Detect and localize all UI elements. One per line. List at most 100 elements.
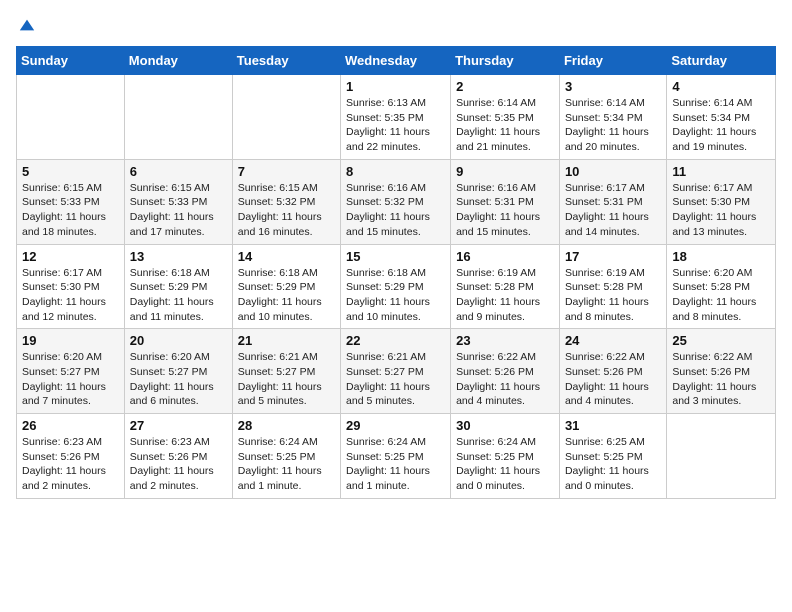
calendar-cell: 1Sunrise: 6:13 AMSunset: 5:35 PMDaylight… <box>341 75 451 160</box>
day-number: 18 <box>672 249 770 264</box>
calendar-cell: 6Sunrise: 6:15 AMSunset: 5:33 PMDaylight… <box>124 159 232 244</box>
day-info: Sunrise: 6:14 AMSunset: 5:34 PMDaylight:… <box>565 96 661 155</box>
calendar-week-row: 19 Sunrise: 6:20 AMSunset: 5:27 PMDayligh… <box>17 329 776 414</box>
calendar-cell: 23 Sunrise: 6:22 AMSunset: 5:26 PMDayligh… <box>451 329 560 414</box>
calendar-cell: 10Sunrise: 6:17 AMSunset: 5:31 PMDayligh… <box>559 159 666 244</box>
day-number: 3 <box>565 79 661 94</box>
calendar-cell: 21 Sunrise: 6:21 AMSunset: 5:27 PMDayligh… <box>232 329 340 414</box>
calendar-cell <box>124 75 232 160</box>
day-info: Sunrise: 6:21 AMSunset: 5:27 PMDaylight:… <box>346 350 445 409</box>
day-info: Sunrise: 6:25 AMSunset: 5:25 PMDaylight:… <box>565 435 661 494</box>
calendar-cell <box>667 414 776 499</box>
day-number: 24 <box>565 333 661 348</box>
calendar-cell: 4 Sunrise: 6:14 AMSunset: 5:34 PMDaylight… <box>667 75 776 160</box>
calendar-body: 1Sunrise: 6:13 AMSunset: 5:35 PMDaylight… <box>17 75 776 499</box>
day-number: 4 <box>672 79 770 94</box>
day-number: 14 <box>238 249 335 264</box>
day-number: 12 <box>22 249 119 264</box>
weekday-header: Monday <box>124 47 232 75</box>
calendar-cell: 2 Sunrise: 6:14 AMSunset: 5:35 PMDaylight… <box>451 75 560 160</box>
calendar-cell <box>17 75 125 160</box>
day-info: Sunrise: 6:23 AMSunset: 5:26 PMDaylight:… <box>22 435 119 494</box>
day-number: 16 <box>456 249 554 264</box>
calendar-cell: 5 Sunrise: 6:15 AMSunset: 5:33 PMDaylight… <box>17 159 125 244</box>
weekday-header: Tuesday <box>232 47 340 75</box>
day-number: 28 <box>238 418 335 433</box>
day-info: Sunrise: 6:18 AMSunset: 5:29 PMDaylight:… <box>346 266 445 325</box>
day-info: Sunrise: 6:16 AMSunset: 5:31 PMDaylight:… <box>456 181 554 240</box>
day-info: Sunrise: 6:17 AMSunset: 5:31 PMDaylight:… <box>565 181 661 240</box>
day-info: Sunrise: 6:20 AMSunset: 5:27 PMDaylight:… <box>22 350 119 409</box>
calendar-cell: 24 Sunrise: 6:22 AMSunset: 5:26 PMDayligh… <box>559 329 666 414</box>
calendar-cell: 12Sunrise: 6:17 AMSunset: 5:30 PMDayligh… <box>17 244 125 329</box>
day-number: 2 <box>456 79 554 94</box>
day-number: 8 <box>346 164 445 179</box>
day-number: 25 <box>672 333 770 348</box>
calendar-cell: 13 Sunrise: 6:18 AMSunset: 5:29 PMDayligh… <box>124 244 232 329</box>
weekday-header: Saturday <box>667 47 776 75</box>
day-info: Sunrise: 6:15 AMSunset: 5:33 PMDaylight:… <box>130 181 227 240</box>
day-number: 30 <box>456 418 554 433</box>
calendar-cell: 15 Sunrise: 6:18 AMSunset: 5:29 PMDayligh… <box>341 244 451 329</box>
day-info: Sunrise: 6:22 AMSunset: 5:26 PMDaylight:… <box>672 350 770 409</box>
calendar-cell: 14 Sunrise: 6:18 AMSunset: 5:29 PMDayligh… <box>232 244 340 329</box>
day-info: Sunrise: 6:19 AMSunset: 5:28 PMDaylight:… <box>565 266 661 325</box>
day-number: 31 <box>565 418 661 433</box>
day-info: Sunrise: 6:21 AMSunset: 5:27 PMDaylight:… <box>238 350 335 409</box>
weekday-header: Friday <box>559 47 666 75</box>
calendar-cell: 30 Sunrise: 6:24 AMSunset: 5:25 PMDayligh… <box>451 414 560 499</box>
calendar-cell: 27 Sunrise: 6:23 AMSunset: 5:26 PMDayligh… <box>124 414 232 499</box>
calendar-week-row: 26 Sunrise: 6:23 AMSunset: 5:26 PMDayligh… <box>17 414 776 499</box>
day-info: Sunrise: 6:22 AMSunset: 5:26 PMDaylight:… <box>565 350 661 409</box>
calendar-cell: 31 Sunrise: 6:25 AMSunset: 5:25 PMDayligh… <box>559 414 666 499</box>
calendar-cell: 29 Sunrise: 6:24 AMSunset: 5:25 PMDayligh… <box>341 414 451 499</box>
calendar-week-row: 5 Sunrise: 6:15 AMSunset: 5:33 PMDaylight… <box>17 159 776 244</box>
calendar-cell: 28 Sunrise: 6:24 AMSunset: 5:25 PMDayligh… <box>232 414 340 499</box>
day-info: Sunrise: 6:13 AMSunset: 5:35 PMDaylight:… <box>346 96 445 155</box>
day-number: 23 <box>456 333 554 348</box>
calendar-cell: 11 Sunrise: 6:17 AMSunset: 5:30 PMDayligh… <box>667 159 776 244</box>
day-number: 13 <box>130 249 227 264</box>
calendar-cell: 7 Sunrise: 6:15 AMSunset: 5:32 PMDaylight… <box>232 159 340 244</box>
calendar-cell: 9 Sunrise: 6:16 AMSunset: 5:31 PMDaylight… <box>451 159 560 244</box>
calendar-cell: 20 Sunrise: 6:20 AMSunset: 5:27 PMDayligh… <box>124 329 232 414</box>
calendar-cell: 17 Sunrise: 6:19 AMSunset: 5:28 PMDayligh… <box>559 244 666 329</box>
calendar-cell: 25 Sunrise: 6:22 AMSunset: 5:26 PMDayligh… <box>667 329 776 414</box>
day-info: Sunrise: 6:18 AMSunset: 5:29 PMDaylight:… <box>130 266 227 325</box>
calendar-cell: 22Sunrise: 6:21 AMSunset: 5:27 PMDayligh… <box>341 329 451 414</box>
day-info: Sunrise: 6:15 AMSunset: 5:33 PMDaylight:… <box>22 181 119 240</box>
day-info: Sunrise: 6:24 AMSunset: 5:25 PMDaylight:… <box>238 435 335 494</box>
day-info: Sunrise: 6:17 AMSunset: 5:30 PMDaylight:… <box>672 181 770 240</box>
day-number: 11 <box>672 164 770 179</box>
calendar-cell <box>232 75 340 160</box>
day-info: Sunrise: 6:22 AMSunset: 5:26 PMDaylight:… <box>456 350 554 409</box>
day-info: Sunrise: 6:14 AMSunset: 5:35 PMDaylight:… <box>456 96 554 155</box>
day-number: 7 <box>238 164 335 179</box>
day-number: 27 <box>130 418 227 433</box>
day-number: 26 <box>22 418 119 433</box>
day-info: Sunrise: 6:23 AMSunset: 5:26 PMDaylight:… <box>130 435 227 494</box>
weekday-header: Wednesday <box>341 47 451 75</box>
day-info: Sunrise: 6:20 AMSunset: 5:27 PMDaylight:… <box>130 350 227 409</box>
calendar-week-row: 12Sunrise: 6:17 AMSunset: 5:30 PMDayligh… <box>17 244 776 329</box>
day-number: 20 <box>130 333 227 348</box>
weekday-header: Thursday <box>451 47 560 75</box>
day-number: 9 <box>456 164 554 179</box>
calendar-cell: 26 Sunrise: 6:23 AMSunset: 5:26 PMDayligh… <box>17 414 125 499</box>
day-info: Sunrise: 6:18 AMSunset: 5:29 PMDaylight:… <box>238 266 335 325</box>
calendar-table: SundayMondayTuesdayWednesdayThursdayFrid… <box>16 46 776 499</box>
day-info: Sunrise: 6:24 AMSunset: 5:25 PMDaylight:… <box>346 435 445 494</box>
day-number: 17 <box>565 249 661 264</box>
page-header <box>16 16 776 34</box>
day-info: Sunrise: 6:15 AMSunset: 5:32 PMDaylight:… <box>238 181 335 240</box>
day-number: 29 <box>346 418 445 433</box>
day-number: 15 <box>346 249 445 264</box>
day-info: Sunrise: 6:16 AMSunset: 5:32 PMDaylight:… <box>346 181 445 240</box>
day-number: 19 <box>22 333 119 348</box>
day-number: 5 <box>22 164 119 179</box>
calendar-week-row: 1Sunrise: 6:13 AMSunset: 5:35 PMDaylight… <box>17 75 776 160</box>
day-info: Sunrise: 6:24 AMSunset: 5:25 PMDaylight:… <box>456 435 554 494</box>
day-info: Sunrise: 6:14 AMSunset: 5:34 PMDaylight:… <box>672 96 770 155</box>
day-number: 21 <box>238 333 335 348</box>
day-info: Sunrise: 6:19 AMSunset: 5:28 PMDaylight:… <box>456 266 554 325</box>
